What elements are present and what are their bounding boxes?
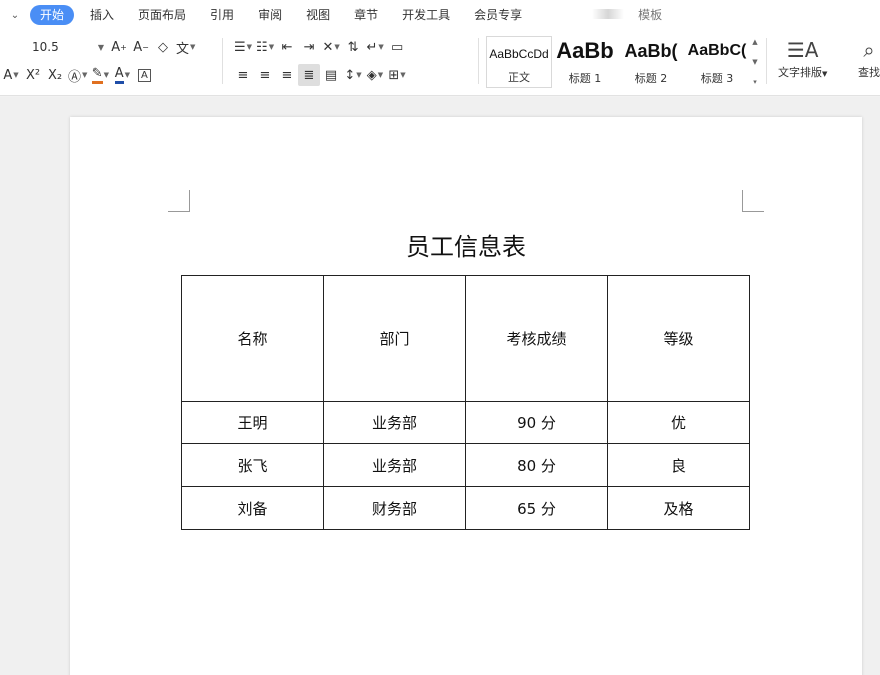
divider <box>766 38 767 84</box>
superscript-icon[interactable]: X² <box>22 64 44 86</box>
chevron-up-icon[interactable]: ▲ <box>752 38 757 46</box>
style-name: 正文 <box>508 71 530 84</box>
increase-indent-icon[interactable]: ⇥ <box>298 36 320 58</box>
shading-icon[interactable]: ◈ ▼ <box>364 64 386 86</box>
line-spacing-icon[interactable]: ↕ ▼ <box>342 64 364 86</box>
table-header-cell[interactable]: 考核成绩 <box>465 275 608 402</box>
style-heading-2[interactable]: AaBb( 标题 2 <box>618 36 684 88</box>
document-page[interactable]: 员工信息表 名称 部门 考核成绩 等级 王明 业务部 90 分 优 张飞 业务部… <box>70 117 862 675</box>
font-size-select[interactable]: 10.5 ▼ <box>0 37 108 57</box>
style-sample: AaBbC( <box>687 42 747 59</box>
ribbon-toolbar: 10.5 ▼ A + A − ◇ 文 ▼ A ▼ X² X₂ Ⓐ ▼ ✎ ▼ A ▼ A ☰ ▼… <box>0 30 880 96</box>
tab-review[interactable]: 审阅 <box>246 5 294 25</box>
distributed-align-icon[interactable]: ▤ <box>320 64 342 86</box>
text-layout-button[interactable]: ☰A 文字排版▼ <box>778 36 827 80</box>
find-label: 查找 <box>858 66 880 79</box>
table-cell[interactable]: 良 <box>607 443 750 487</box>
tab-template[interactable]: 模板 <box>592 5 674 25</box>
font-color-icon[interactable]: A ▼ <box>111 64 133 86</box>
style-name: 标题 1 <box>568 72 602 85</box>
style-scroll[interactable]: ▲ ▼ ▾ <box>750 36 760 88</box>
ruler-icon[interactable]: ▭ <box>386 36 408 58</box>
phonetic-guide-icon[interactable]: 文 ▼ <box>174 36 197 58</box>
table-cell[interactable]: 刘备 <box>181 486 324 530</box>
highlight-icon[interactable]: ✎ ▼ <box>89 64 111 86</box>
clear-format-icon[interactable]: ◇ <box>152 36 174 58</box>
align-center-icon[interactable]: ≡ <box>254 64 276 86</box>
tab-references[interactable]: 引用 <box>198 5 246 25</box>
shrink-font-icon[interactable]: A − <box>130 36 152 58</box>
table-cell[interactable]: 及格 <box>607 486 750 530</box>
align-right-icon[interactable]: ≡ <box>276 64 298 86</box>
chevron-down-icon: ▼ <box>97 42 104 52</box>
justify-icon[interactable]: ≣ <box>298 64 320 86</box>
collapse-menu-icon[interactable]: ⌄ <box>0 0 30 30</box>
grow-font-icon[interactable]: A + <box>108 36 130 58</box>
table-cell[interactable]: 王明 <box>181 401 324 444</box>
expand-icon[interactable]: ▾ <box>753 78 757 86</box>
document-title: 员工信息表 <box>406 233 526 261</box>
employee-table[interactable]: 名称 部门 考核成绩 等级 王明 业务部 90 分 优 张飞 业务部 80 分 … <box>181 275 750 530</box>
table-header-cell[interactable]: 等级 <box>607 275 750 402</box>
char-border-icon[interactable]: A <box>133 64 155 86</box>
sort-icon[interactable]: ⇅ <box>342 36 364 58</box>
find-icon: ⌕ <box>863 38 875 62</box>
style-normal[interactable]: AaBbCcDd 正文 <box>486 36 552 88</box>
table-header-row: 名称 部门 考核成绩 等级 <box>181 275 750 402</box>
tab-insert[interactable]: 插入 <box>78 5 126 25</box>
numbered-list-icon[interactable]: ☷ ▼ <box>254 36 276 58</box>
style-name: 标题 2 <box>634 72 668 85</box>
borders-icon[interactable]: ⊞ ▼ <box>386 64 408 86</box>
table-header-cell[interactable]: 部门 <box>323 275 466 402</box>
margin-marker <box>742 190 764 212</box>
subscript-icon[interactable]: X₂ <box>44 64 66 86</box>
style-heading-3[interactable]: AaBbC( 标题 3 <box>684 36 750 88</box>
table-cell[interactable]: 财务部 <box>323 486 466 530</box>
table-cell[interactable]: 优 <box>607 401 750 444</box>
margin-marker <box>168 190 190 212</box>
find-button[interactable]: ⌕ 查找 <box>858 36 880 80</box>
style-sample: AaBbCcDd <box>489 47 549 61</box>
table-row: 刘备 财务部 65 分 及格 <box>181 486 750 530</box>
chinese-layout-icon[interactable]: ✕ ▼ <box>320 36 342 58</box>
align-left-icon[interactable]: ≡ <box>232 64 254 86</box>
tab-page-layout[interactable]: 页面布局 <box>126 5 198 25</box>
table-cell[interactable]: 90 分 <box>465 401 608 444</box>
style-heading-1[interactable]: AaBb 标题 1 <box>552 36 618 88</box>
tab-chapter[interactable]: 章节 <box>342 5 390 25</box>
divider <box>222 38 223 84</box>
tab-developer[interactable]: 开发工具 <box>390 5 462 25</box>
text-layout-icon: ☰A <box>786 38 819 62</box>
table-row: 张飞 业务部 80 分 良 <box>181 443 750 487</box>
chevron-down-icon[interactable]: ▼ <box>752 58 757 66</box>
text-direction-icon[interactable]: ↵ ▼ <box>364 36 386 58</box>
table-row: 王明 业务部 90 分 优 <box>181 401 750 444</box>
menu-bar: ⌄ 开始 插入 页面布局 引用 审阅 视图 章节 开发工具 会员专享 模板 <box>0 0 880 30</box>
table-cell[interactable]: 张飞 <box>181 443 324 487</box>
font-size-value: 10.5 <box>32 40 59 54</box>
text-layout-label: 文字排版 <box>778 66 822 79</box>
bullet-list-icon[interactable]: ☰ ▼ <box>232 36 254 58</box>
tab-member[interactable]: 会员专享 <box>462 5 534 25</box>
table-cell[interactable]: 65 分 <box>465 486 608 530</box>
table-cell[interactable]: 业务部 <box>323 443 466 487</box>
text-outline-icon[interactable]: Ⓐ ▼ <box>66 64 89 86</box>
tab-view[interactable]: 视图 <box>294 5 342 25</box>
tab-home[interactable]: 开始 <box>30 5 75 25</box>
text-effect-icon[interactable]: A ▼ <box>0 64 22 86</box>
document-area[interactable]: 员工信息表 名称 部门 考核成绩 等级 王明 业务部 90 分 优 张飞 业务部… <box>0 97 880 675</box>
style-sample: AaBb <box>556 38 614 63</box>
style-gallery: AaBbCcDd 正文 AaBb 标题 1 AaBb( 标题 2 AaBbC( … <box>486 36 762 88</box>
table-header-cell[interactable]: 名称 <box>181 275 324 402</box>
style-sample: AaBb( <box>624 41 678 61</box>
divider <box>478 38 479 84</box>
table-cell[interactable]: 80 分 <box>465 443 608 487</box>
decrease-indent-icon[interactable]: ⇤ <box>276 36 298 58</box>
table-cell[interactable]: 业务部 <box>323 401 466 444</box>
style-name: 标题 3 <box>700 72 734 85</box>
